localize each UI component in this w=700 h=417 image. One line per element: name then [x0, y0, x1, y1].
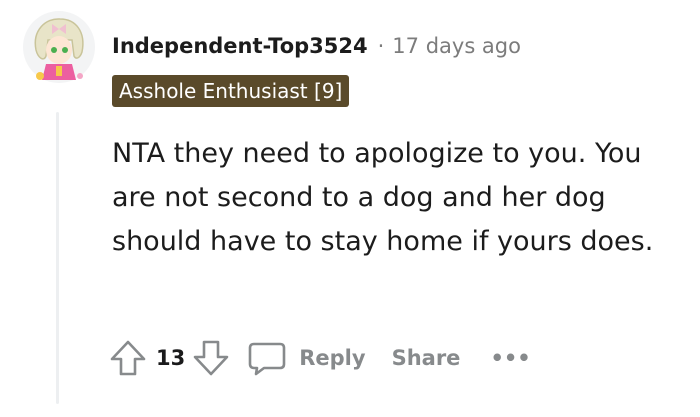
reply-button[interactable]: Reply: [247, 338, 366, 378]
ellipsis-icon[interactable]: •••: [490, 346, 530, 370]
comment-body: NTA they need to apologize to you. You a…: [112, 138, 654, 257]
thread-line[interactable]: [56, 112, 59, 404]
username-link[interactable]: Independent-Top3524: [112, 34, 368, 58]
user-flair: Asshole Enthusiast [9]: [112, 75, 350, 107]
avatar-icon[interactable]: [22, 10, 96, 84]
upvote-arrow-icon[interactable]: [108, 338, 148, 378]
meta-separator: ·: [377, 34, 385, 58]
share-button[interactable]: Share: [392, 346, 461, 370]
reply-label: Reply: [299, 346, 366, 370]
vote-count: 13: [156, 346, 186, 370]
downvote-arrow-icon[interactable]: [191, 338, 231, 378]
comment-meta: Independent-Top3524 · 17 days ago: [112, 30, 521, 62]
comment: Independent-Top3524 · 17 days ago Asshol…: [0, 0, 700, 417]
speech-bubble-icon: [247, 338, 287, 378]
timestamp[interactable]: 17 days ago: [392, 34, 521, 58]
comment-actions: 13 Reply Share •••: [108, 334, 531, 382]
